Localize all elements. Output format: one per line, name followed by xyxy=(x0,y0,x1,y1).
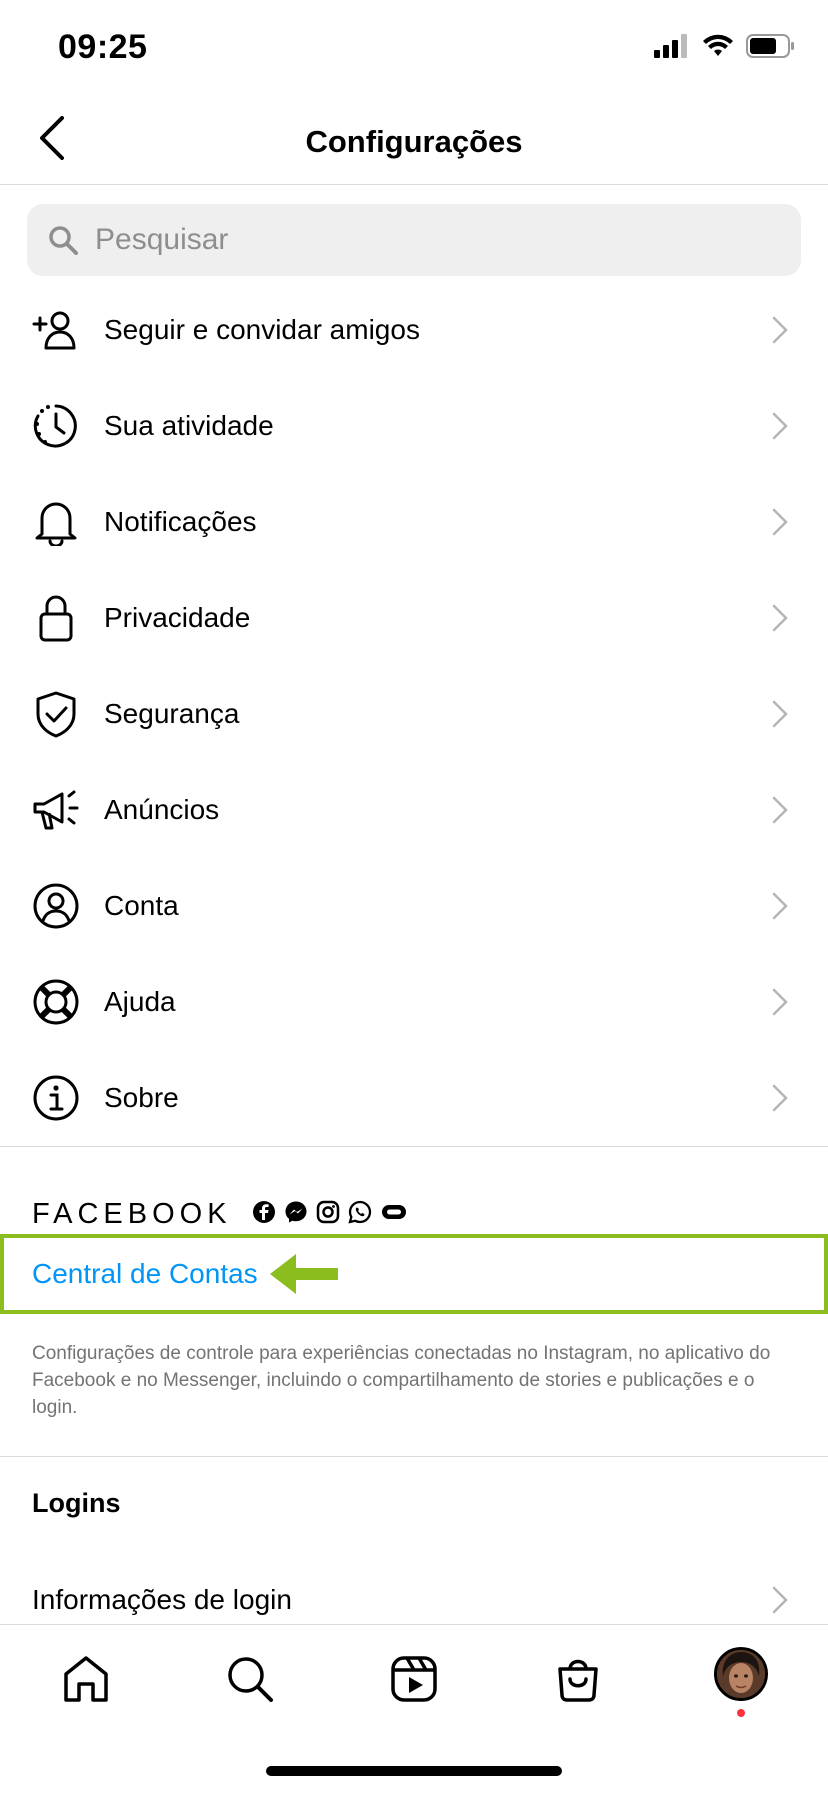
menu-item-label: Seguir e convidar amigos xyxy=(104,314,420,345)
search-icon xyxy=(45,222,81,258)
chevron-right-icon xyxy=(772,410,792,442)
activity-icon xyxy=(30,400,82,452)
accounts-center-link[interactable]: Central de Contas xyxy=(0,1234,828,1314)
tab-reels[interactable] xyxy=(382,1649,446,1713)
shopping-bag-icon xyxy=(555,1655,601,1708)
menu-item-label: Conta xyxy=(104,890,179,921)
page-title: Configurações xyxy=(305,124,523,159)
chevron-right-icon xyxy=(772,986,792,1018)
facebook-wordmark: FACEBOOK xyxy=(32,1198,232,1230)
chevron-right-icon xyxy=(772,698,792,730)
tab-search[interactable] xyxy=(218,1649,282,1713)
menu-item-label: Privacidade xyxy=(104,602,251,633)
menu-item-notifications[interactable]: Notificações xyxy=(0,474,828,570)
home-indicator xyxy=(266,1766,562,1776)
meta-apps-icons xyxy=(252,1200,408,1229)
accounts-center-label: Central de Contas xyxy=(32,1258,258,1289)
lifebuoy-icon xyxy=(30,976,82,1028)
battery-icon xyxy=(746,34,796,63)
menu-item-account[interactable]: Conta xyxy=(0,858,828,954)
section-divider xyxy=(0,1456,828,1457)
menu-item-label: Sua atividade xyxy=(104,410,274,441)
cellular-signal-icon xyxy=(654,34,690,63)
megaphone-icon xyxy=(30,784,82,836)
menu-item-label: Segurança xyxy=(104,698,240,729)
accounts-center-description: Configurações de controle para experiênc… xyxy=(32,1343,771,1418)
chevron-right-icon xyxy=(772,314,792,346)
chevron-right-icon xyxy=(772,794,792,826)
follow-invite-icon xyxy=(30,304,82,356)
home-icon xyxy=(61,1654,111,1709)
settings-menu: Seguir e convidar amigos Sua atividade N… xyxy=(0,282,828,1146)
menu-item-ads[interactable]: Anúncios xyxy=(0,762,828,858)
chevron-right-icon xyxy=(772,506,792,538)
menu-item-label: Informações de login xyxy=(32,1584,292,1615)
search-bar[interactable] xyxy=(27,204,801,276)
nav-header: Configurações xyxy=(0,100,828,185)
menu-item-help[interactable]: Ajuda xyxy=(0,954,828,1050)
chevron-right-icon xyxy=(772,1584,792,1616)
menu-item-label: Sobre xyxy=(104,1082,179,1113)
menu-item-label: Anúncios xyxy=(104,794,220,825)
logins-section-title: Logins xyxy=(32,1488,121,1518)
menu-item-follow-invite[interactable]: Seguir e convidar amigos xyxy=(0,282,828,378)
info-icon xyxy=(30,1072,82,1124)
menu-item-activity[interactable]: Sua atividade xyxy=(0,378,828,474)
wifi-icon xyxy=(702,34,734,63)
account-icon xyxy=(30,880,82,932)
menu-item-label: Ajuda xyxy=(104,986,176,1017)
chevron-right-icon xyxy=(772,1082,792,1114)
menu-item-label: Notificações xyxy=(104,506,257,537)
menu-item-privacy[interactable]: Privacidade xyxy=(0,570,828,666)
reels-icon xyxy=(390,1655,438,1708)
notification-dot xyxy=(737,1709,745,1717)
whatsapp-icon xyxy=(347,1200,372,1229)
portal-icon xyxy=(380,1200,408,1229)
annotation-arrow-icon xyxy=(266,1248,342,1300)
tab-shop[interactable] xyxy=(546,1649,610,1713)
lock-icon xyxy=(30,592,82,644)
chevron-right-icon xyxy=(772,602,792,634)
status-icons xyxy=(654,34,796,63)
search-input[interactable] xyxy=(93,222,777,258)
search-icon xyxy=(226,1655,274,1708)
instagram-icon xyxy=(316,1200,340,1229)
tab-home[interactable] xyxy=(54,1649,118,1713)
status-bar: 09:25 xyxy=(0,0,828,100)
chevron-right-icon xyxy=(772,890,792,922)
menu-item-security[interactable]: Segurança xyxy=(0,666,828,762)
section-divider xyxy=(0,1146,828,1147)
menu-item-about[interactable]: Sobre xyxy=(0,1050,828,1146)
profile-avatar[interactable] xyxy=(714,1647,768,1701)
messenger-icon xyxy=(284,1200,308,1229)
status-time: 09:25 xyxy=(58,28,148,66)
bottom-tab-bar xyxy=(0,1624,828,1793)
facebook-brand-row: FACEBOOK xyxy=(32,1198,408,1231)
bell-icon xyxy=(30,496,82,548)
facebook-icon xyxy=(252,1200,276,1229)
shield-icon xyxy=(30,688,82,740)
